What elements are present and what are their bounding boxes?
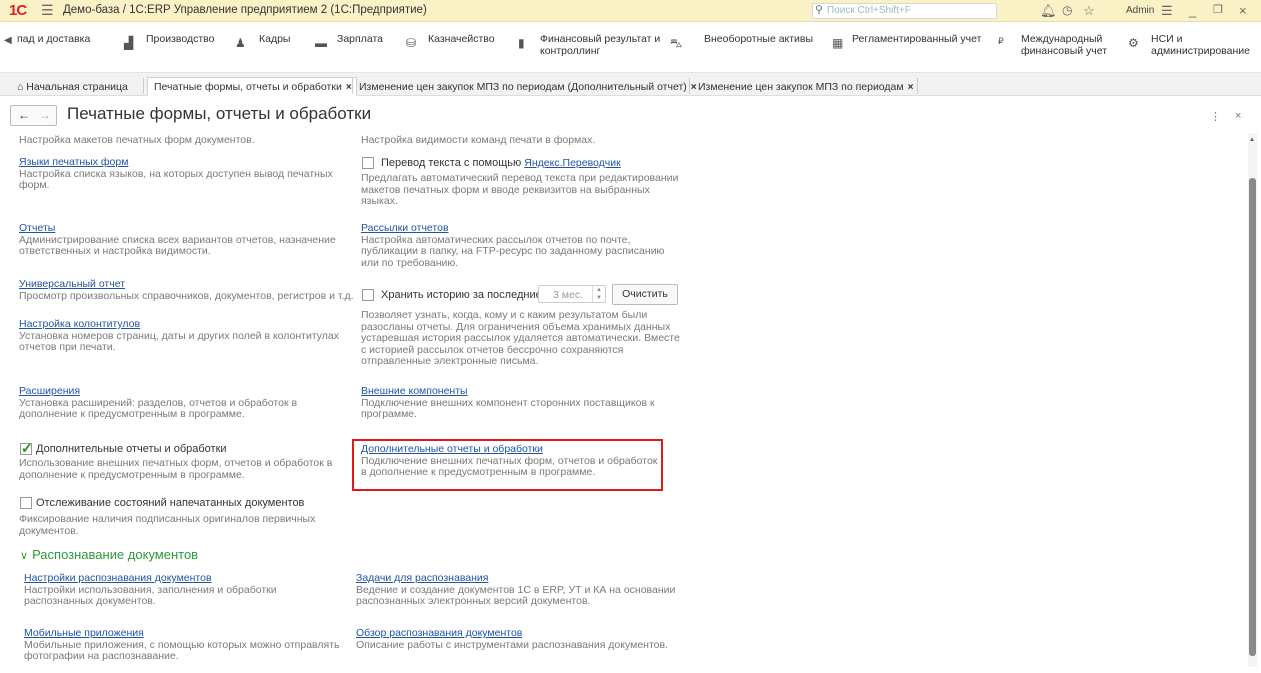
universal-report-block: Универсальный отчет Просмотр произвольны… [19,278,354,302]
close-tab-icon[interactable]: × [908,82,914,93]
clear-history-button[interactable]: Очистить [612,284,678,305]
spin-arrows-icon[interactable]: ▲ ▼ [592,286,605,302]
global-search-input[interactable]: ⚲ Поиск Ctrl+Shift+F [812,3,997,19]
reports-link[interactable]: Отчеты [19,222,55,234]
translate-desc: Предлагать автоматический перевод текста… [361,172,679,207]
section-hr[interactable]: Кадры [259,33,290,45]
form-content: Настройка макетов печатных форм документ… [0,133,1248,673]
calculator-icon: ▦ [832,36,844,50]
close-window-icon[interactable]: × [1239,3,1247,18]
star-icon[interactable]: ☆ [1083,3,1095,19]
treasury-icon: ⛁ [406,36,417,50]
current-user[interactable]: Admin [1126,5,1154,16]
tab-price-change-additional[interactable]: Изменение цен закупок МПЗ по периодам (Д… [352,77,702,96]
extensions-link[interactable]: Расширения [19,385,80,397]
mailings-block: Рассылки отчетов Настройка автоматически… [361,222,665,269]
section-production[interactable]: Производство [146,33,214,45]
recognition-overview-block: Обзор распознавания документов Описание … [356,627,668,651]
main-menu-icon[interactable]: ☰ [41,2,54,19]
track-printed-docs-checkbox[interactable] [20,497,32,509]
home-icon: ⌂ [17,81,24,93]
languages-block: Языки печатных форм Настройка списка язы… [19,156,333,191]
restore-icon[interactable]: ❐ [1213,3,1223,16]
factory-icon: ▟ [124,36,134,50]
person-icon: ♟ [235,36,246,50]
recognition-overview-link[interactable]: Обзор распознавания документов [356,627,522,639]
close-form-icon[interactable]: × [1235,110,1241,122]
chevron-down-icon: ∨ [20,550,29,562]
track-printed-docs-label: Отслеживание состояний напечатанных доку… [36,497,305,509]
mobile-apps-block: Мобильные приложения Мобильные приложени… [24,627,340,662]
forward-arrow-icon[interactable]: → [39,108,51,122]
print-forms-intro: Настройка макетов печатных форм документ… [19,134,255,146]
history-icon[interactable]: ◷ [1062,3,1072,17]
money-icon: ▬ [315,36,327,50]
app-logo[interactable]: 1С [9,2,27,19]
settings-menu-icon[interactable]: ☰ [1161,3,1173,19]
minimize-icon[interactable]: _ [1189,3,1196,18]
report-mailings-link[interactable]: Рассылки отчетов [361,222,449,234]
history-period-input[interactable]: 3 мес. ▲ ▼ [538,285,606,303]
back-arrow-icon[interactable]: ← [18,108,30,122]
open-tabs-bar: ⌂ Начальная страница Печатные формы, отч… [0,73,1261,96]
nav-buttons: ← → [10,105,57,126]
recognition-settings-block: Настройки распознавания документов Настр… [24,572,277,607]
more-actions-icon[interactable]: ⋮ [1210,110,1221,123]
section-warehouse[interactable]: пад и доставка [17,33,90,45]
close-tab-icon[interactable]: × [346,82,352,93]
external-components-link[interactable]: Внешние компоненты [361,385,468,397]
section-regulated-accounting[interactable]: Регламентированный учет [852,33,981,45]
external-components-block: Внешние компоненты Подключение внешних к… [361,385,655,420]
tab-price-change[interactable]: Изменение цен закупок МПЗ по периодам × [691,77,918,96]
gear-icon: ⚙ [1128,36,1139,50]
page-title: Печатные формы, отчеты и обработки [67,104,372,123]
keep-history-checkbox[interactable] [362,289,374,301]
search-icon: ⚲ [815,4,824,16]
recognition-tasks-block: Задачи для распознавания Ведение и созда… [356,572,676,607]
recognition-group-toggle[interactable]: ∨ Распознавание документов [20,547,198,562]
additional-reports-checkbox[interactable] [20,440,33,457]
additional-reports-label: Дополнительные отчеты и обработки [36,443,227,455]
recognition-tasks-link[interactable]: Задачи для распознавания [356,572,488,584]
section-salary[interactable]: Зарплата [337,33,383,45]
title-bar: 1С ☰ Демо-база / 1С:ERP Управление предп… [0,0,1261,22]
bell-icon[interactable]: 🔔︎ [1040,3,1057,19]
recognition-settings-link[interactable]: Настройки распознавания документов [24,572,212,584]
headers-footers-block: Настройка колонтитулов Установка номеров… [19,318,339,353]
scroll-left-icon[interactable]: ◀ [4,35,12,46]
highlight-frame [352,439,663,491]
print-commands-intro: Настройка видимости команд печати в форм… [361,134,596,146]
section-admin[interactable]: НСИ и администрирование [1151,33,1250,57]
tab-home[interactable]: ⌂ Начальная страница [10,77,133,96]
reports-block: Отчеты Администрирование списка всех вар… [19,222,336,257]
mobile-apps-link[interactable]: Мобильные приложения [24,627,144,639]
tab-separator [143,78,144,94]
translate-label: Перевод текста с помощью Яндекс.Переводч… [381,157,621,169]
chart-icon: ▮ [518,36,525,50]
track-printed-docs-desc: Фиксирование наличия подписанных оригина… [19,513,316,537]
extensions-block: Расширения Установка расширений: раздело… [19,385,298,420]
app-title: Демо-база / 1С:ERP Управление предприяти… [63,4,427,16]
translate-checkbox[interactable] [362,157,374,169]
section-fixed-assets[interactable]: Внеоборотные активы [704,33,813,45]
tab-separator [689,78,690,94]
currency-icon: ₽ [998,36,1004,46]
scrollbar-thumb[interactable] [1249,178,1256,656]
vertical-scrollbar[interactable]: ▲ [1248,133,1257,667]
languages-link[interactable]: Языки печатных форм [19,156,128,168]
section-financial-result[interactable]: Финансовый результат и контроллинг [540,33,660,57]
universal-report-link[interactable]: Универсальный отчет [19,278,125,290]
additional-reports-desc: Использование внешних печатных форм, отч… [19,457,333,481]
history-desc: Позволяет узнать, когда, кому и с каким … [361,309,680,367]
section-international[interactable]: Международный финансовый учет [1021,33,1107,57]
keep-history-label: Хранить историю за последние [381,289,542,301]
yandex-translator-link[interactable]: Яндекс.Переводчик [524,157,620,169]
headers-footers-link[interactable]: Настройка колонтитулов [19,318,140,330]
tab-separator [917,78,918,94]
car-icon: ⛍ [670,36,683,50]
section-treasury[interactable]: Казначейство [428,33,495,45]
sections-panel: ◀ пад и доставка ▟ Производство ♟ Кадры … [0,22,1261,73]
scroll-up-icon[interactable]: ▲ [1249,137,1255,143]
tab-print-forms[interactable]: Печатные формы, отчеты и обработки × [147,77,357,96]
